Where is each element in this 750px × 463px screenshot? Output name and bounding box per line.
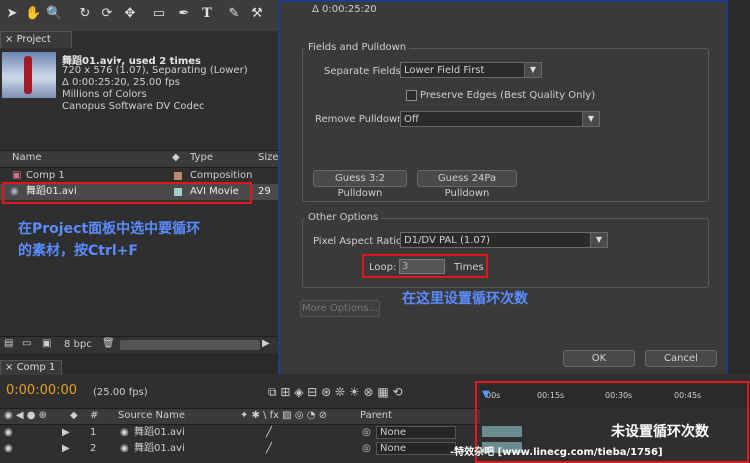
chevron-down-icon: ▼ — [524, 63, 541, 77]
bpc-label[interactable]: 8 bpc — [64, 339, 92, 350]
annotation-text: 未设置循环次数 — [611, 424, 709, 440]
parent-value: None — [380, 443, 407, 454]
dancer-figure — [24, 56, 32, 94]
asset-duration: Δ 0:00:25:20, 25.00 fps — [62, 77, 180, 88]
layer-number: 2 — [90, 443, 97, 454]
zoom-icon[interactable]: 🔍 — [46, 6, 62, 22]
interpret-icon[interactable]: ▤ — [4, 338, 13, 349]
dialog-duration: Δ 0:00:25:20 — [312, 4, 377, 15]
project-tab[interactable]: × Project — [0, 31, 72, 48]
label-col-icon[interactable]: ◆ — [70, 410, 78, 421]
parent-select[interactable]: None — [376, 426, 456, 439]
layer-number: 1 — [90, 427, 97, 438]
guess-24pa-pulldown-button[interactable]: Guess 24Pa Pulldown — [417, 170, 517, 199]
col-hash[interactable]: # — [90, 410, 98, 421]
hand-icon[interactable]: ✋ — [25, 6, 41, 22]
selection-arrow-icon[interactable]: ➤ — [4, 6, 20, 22]
switch-line-icon[interactable]: ╱ — [266, 425, 272, 440]
separate-fields-label: Separate Fields: — [324, 66, 405, 77]
rotate-icon[interactable]: ↻ — [77, 6, 93, 22]
fields-pulldown-title: Fields and Pulldown — [305, 42, 410, 53]
project-tab-label: Project — [16, 34, 51, 45]
parent-value: None — [380, 427, 407, 438]
annotation-text: 在Project面板中选中要循环 — [18, 221, 201, 237]
layer-name: 舞蹈01.avi — [134, 427, 185, 438]
switches-icons[interactable]: ✦ ✱ \ fx ▨ ◎ ◔ ⊘ — [240, 410, 327, 421]
parent-pickwhip-icon[interactable]: ◎ — [362, 425, 371, 440]
timeline-column-headers: ◉ ◀ ● ⊕ ◆ # Source Name ✦ ✱ \ fx ▨ ◎ ◔ ⊘… — [0, 408, 480, 425]
asset-codec: Canopus Software DV Codec — [62, 101, 205, 112]
cancel-button[interactable]: Cancel — [645, 350, 717, 367]
tools-toolbar: ➤ ✋ 🔍 ↻ ⟳ ✥ ▭ ✒ T ✎ ⚒ — [0, 0, 278, 32]
close-icon[interactable]: × — [5, 34, 13, 45]
comp-tab[interactable]: × Comp 1 — [0, 360, 62, 375]
col-name[interactable]: Name — [12, 152, 42, 163]
visibility-icon[interactable]: ◉ — [4, 441, 13, 456]
asset-dimensions: 720 x 576 (1.07), Separating (Lower) — [62, 65, 248, 76]
pixel-aspect-select[interactable]: D1/DV PAL (1.07) ▼ — [400, 232, 608, 248]
remove-pulldown-select[interactable]: Off ▼ — [400, 111, 600, 127]
expand-icon[interactable]: ▶ — [62, 425, 70, 440]
label-swatch — [174, 172, 182, 180]
highlight-box — [2, 182, 252, 204]
highlight-box — [362, 254, 488, 278]
label-col-icon[interactable]: ◆ — [172, 152, 180, 163]
pixel-aspect-label: Pixel Aspect Ratio: — [313, 236, 406, 247]
visibility-icon[interactable]: ◉ — [4, 425, 13, 440]
ok-button[interactable]: OK — [563, 350, 635, 367]
timeline-tool-icons[interactable]: ⧉ ⊞ ◈ ⊟ ⊛ ❊ ☀ ⊗ ▦ ⟲ — [268, 385, 403, 400]
project-column-headers: Name ◆ Type Size — [0, 150, 279, 168]
parent-pickwhip-icon[interactable]: ◎ — [362, 441, 371, 456]
av-switches-icon[interactable]: ◉ ◀ ● ⊕ — [4, 410, 47, 421]
footage-icon: ◉ — [120, 443, 129, 454]
scrollbar[interactable] — [120, 340, 260, 350]
col-type[interactable]: Type — [190, 152, 213, 163]
chevron-down-icon: ▼ — [590, 233, 607, 247]
chevron-down-icon: ▼ — [582, 112, 599, 126]
remove-pulldown-value: Off — [404, 114, 419, 125]
more-options-button[interactable]: More Options... — [300, 300, 380, 317]
folder-icon[interactable]: ▭ — [22, 338, 31, 349]
trash-icon[interactable]: 🗑 — [102, 338, 115, 349]
col-size[interactable]: Size — [258, 152, 279, 163]
stamp-icon[interactable]: ⚒ — [249, 6, 265, 22]
new-comp-icon[interactable]: ▣ — [42, 338, 51, 349]
pen-icon[interactable]: ✒ — [176, 6, 192, 22]
watermark-text: -特效杂吧 [www.linecg.com/tieba/1756] — [450, 447, 663, 458]
comp-tab-label: Comp 1 — [16, 362, 56, 373]
asset-colors: Millions of Colors — [62, 89, 147, 100]
current-timecode[interactable]: 0:00:00:00 — [6, 383, 77, 398]
frame-rate: (25.00 fps) — [93, 387, 148, 398]
annotation-text: 的素材，按Ctrl+F — [18, 243, 138, 259]
annotation-text: 在这里设置循环次数 — [402, 291, 528, 307]
table-row[interactable]: ◉ ▶ 1 ◉ 舞蹈01.avi ╱ ◎ None — [0, 425, 480, 440]
separate-fields-select[interactable]: Lower Field First ▼ — [400, 62, 542, 78]
switch-line-icon[interactable]: ╱ — [266, 441, 272, 456]
close-icon[interactable]: × — [5, 362, 13, 373]
guess-32-pulldown-button[interactable]: Guess 3:2 Pulldown — [313, 170, 407, 199]
text-tool-icon[interactable]: T — [199, 6, 215, 22]
other-options-title: Other Options — [305, 212, 382, 223]
expand-icon[interactable]: ▶ — [62, 441, 70, 456]
col-parent[interactable]: Parent — [360, 410, 392, 421]
separate-fields-value: Lower Field First — [404, 65, 485, 76]
layer-name: 舞蹈01.avi — [134, 443, 185, 454]
remove-pulldown-label: Remove Pulldown: — [315, 114, 407, 125]
pan-behind-icon[interactable]: ✥ — [122, 6, 138, 22]
project-footer: ▤ ▭ ▣ 8 bpc 🗑 ▶ — [0, 336, 278, 353]
rectangle-mask-icon[interactable]: ▭ — [151, 6, 167, 22]
item-size: 29 — [258, 186, 271, 197]
preserve-edges-checkbox[interactable] — [406, 90, 417, 101]
table-row[interactable]: ◉ ▶ 2 ◉ 舞蹈01.avi ╱ ◎ None — [0, 441, 480, 456]
camera-orbit-icon[interactable]: ⟳ — [99, 6, 115, 22]
col-source-name[interactable]: Source Name — [118, 410, 185, 421]
preserve-edges-label: Preserve Edges (Best Quality Only) — [420, 90, 596, 101]
brush-icon[interactable]: ✎ — [226, 6, 242, 22]
parent-select[interactable]: None — [376, 442, 456, 455]
pixel-aspect-value: D1/DV PAL (1.07) — [404, 235, 491, 246]
scroll-right-icon[interactable]: ▶ — [262, 338, 270, 349]
footage-icon: ◉ — [120, 427, 129, 438]
